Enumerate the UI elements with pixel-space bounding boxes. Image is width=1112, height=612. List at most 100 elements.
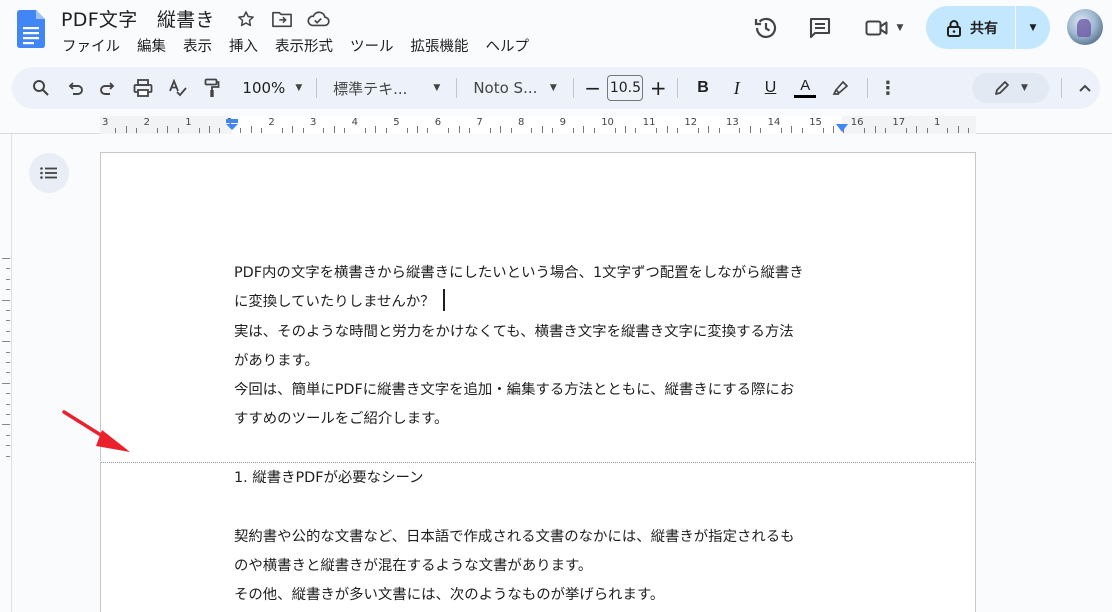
- menu-help[interactable]: ヘルプ: [486, 35, 530, 56]
- star-icon[interactable]: [234, 8, 258, 30]
- move-to-folder-icon[interactable]: [270, 8, 294, 30]
- highlight-color-icon[interactable]: [823, 73, 859, 103]
- ruler-tick: [864, 128, 866, 133]
- print-icon[interactable]: [125, 73, 161, 103]
- ruler-tick: [666, 126, 668, 133]
- document-page[interactable]: PDF内の文字を横書きから縦書きにしたいという場合、1文字ずつ配置をしながら縦書…: [100, 152, 976, 461]
- chevron-down-icon: ▼: [549, 83, 557, 93]
- document-title[interactable]: PDF文字 縦書き: [61, 5, 215, 32]
- ruler-tick: [822, 128, 824, 133]
- chevron-down-icon: ▼: [295, 83, 303, 93]
- text-cursor: [442, 289, 445, 312]
- ruler-tick: [781, 128, 782, 133]
- ruler-tick: [708, 126, 710, 133]
- menu-view[interactable]: 表示: [183, 35, 212, 56]
- ruler-tick: [458, 126, 460, 133]
- more-options-icon[interactable]: ⋮: [876, 73, 900, 103]
- menu-extensions[interactable]: 拡張機能: [411, 35, 469, 56]
- ruler-tick: [6, 268, 10, 270]
- cloud-saved-icon[interactable]: [306, 8, 330, 30]
- avatar[interactable]: [1067, 9, 1103, 45]
- ruler-number: 2: [143, 117, 150, 128]
- spellcheck-icon[interactable]: [161, 73, 195, 103]
- ruler-tick: [541, 126, 543, 133]
- ruler-tick: [2, 341, 10, 343]
- right-indent-marker-icon[interactable]: [836, 124, 848, 134]
- ruler-tick: [219, 128, 221, 133]
- paragraph-style-select[interactable]: 標準テキ... ▼: [325, 73, 448, 103]
- redo-icon[interactable]: [92, 73, 126, 103]
- ruler-tick: [177, 128, 179, 133]
- ruler-tick: [718, 128, 720, 133]
- ruler-tick: [791, 126, 793, 133]
- page1-body[interactable]: PDF内の文字を横書きから縦書きにしたいという場合、1文字ずつ配置をしながら縦書…: [234, 259, 844, 435]
- ruler-tick: [614, 128, 616, 133]
- ruler-number: 16: [850, 117, 864, 128]
- ruler-tick: [656, 128, 658, 133]
- paragraph-line: 今回は、簡単にPDFに縦書き文字を追加・編集する方法とともに、縦書きにする際にお: [234, 382, 795, 399]
- google-docs-logo-icon[interactable]: [17, 10, 45, 48]
- paragraph-line: があります。: [234, 352, 319, 369]
- text-color-icon[interactable]: A: [787, 73, 823, 103]
- paragraph-line: に変換していたりしませんか？: [234, 294, 435, 311]
- share-options-chevron-icon[interactable]: ▼: [1016, 23, 1050, 33]
- search-menus-icon[interactable]: [24, 73, 58, 103]
- ruler-tick: [6, 455, 10, 457]
- header-bar: PDF文字 縦書き ファイル 編集 表示 挿入 表示形式 ツール 拡張機能 ヘル…: [0, 0, 1112, 62]
- ruler-tick: [240, 128, 242, 133]
- ruler-tick: [749, 126, 751, 133]
- comments-icon[interactable]: [802, 10, 838, 46]
- ruler-tick: [6, 414, 10, 415]
- ruler-number: 9: [559, 117, 566, 128]
- editing-mode-select[interactable]: ▼: [971, 73, 1050, 103]
- ruler-tick: [406, 128, 408, 133]
- increase-font-size-icon[interactable]: +: [647, 73, 669, 103]
- undo-icon[interactable]: [58, 73, 92, 103]
- menu-edit[interactable]: 編集: [137, 35, 166, 56]
- chevron-down-icon: ▼: [433, 83, 441, 93]
- ruler-tick: [489, 128, 491, 133]
- font-family-select[interactable]: Noto S... ▼: [465, 73, 564, 103]
- font-size-input[interactable]: 10.5: [607, 75, 644, 101]
- font-family-value: Noto S...: [473, 79, 538, 97]
- document-outline-button[interactable]: [29, 153, 69, 193]
- menu-bar: ファイル 編集 表示 挿入 表示形式 ツール 拡張機能 ヘルプ: [62, 35, 546, 56]
- ruler-tick: [573, 128, 574, 133]
- ruler-tick: [583, 126, 585, 133]
- vertical-ruler[interactable]: [0, 134, 12, 612]
- ruler-tick: [385, 128, 387, 133]
- zoom-select[interactable]: 100% ▼: [237, 73, 309, 103]
- paint-format-icon[interactable]: [195, 73, 229, 103]
- share-button[interactable]: 共有 ▼: [926, 6, 1050, 49]
- left-indent-marker-icon[interactable]: [225, 119, 239, 133]
- ruler-tick: [2, 382, 10, 384]
- ruler-tick: [926, 128, 928, 133]
- page2-body[interactable]: 1. 縦書きPDFが必要なシーン 契約書や公的な文書など、日本語で作成される文書…: [234, 464, 844, 610]
- meet-video-button[interactable]: ▼: [856, 10, 912, 46]
- ruler-tick: [947, 128, 949, 133]
- ruler-tick: [198, 128, 200, 133]
- decrease-font-size-icon[interactable]: −: [582, 73, 604, 103]
- ruler-tick: [916, 126, 918, 133]
- chevron-up-icon[interactable]: [1070, 73, 1100, 103]
- ruler-tick: [801, 128, 803, 133]
- ruler-tick: [333, 126, 335, 133]
- menu-file[interactable]: ファイル: [62, 35, 120, 56]
- ruler-tick: [6, 403, 10, 405]
- bold-icon[interactable]: B: [686, 73, 720, 103]
- menu-tools[interactable]: ツール: [350, 35, 394, 56]
- ruler-tick: [760, 128, 762, 133]
- ruler-tick: [6, 320, 10, 322]
- ruler-tick: [874, 126, 876, 133]
- menu-insert[interactable]: 挿入: [229, 35, 258, 56]
- document-page[interactable]: 1. 縦書きPDFが必要なシーン 契約書や公的な文書など、日本語で作成される文書…: [100, 462, 976, 612]
- ruler-tick: [531, 128, 533, 133]
- underline-icon[interactable]: U: [754, 73, 788, 103]
- ruler-tick: [625, 126, 626, 133]
- outline-list-icon: [40, 167, 57, 179]
- italic-icon[interactable]: I: [720, 73, 754, 103]
- version-history-icon[interactable]: [748, 10, 784, 46]
- menu-format[interactable]: 表示形式: [275, 35, 333, 56]
- ruler-number: 14: [767, 117, 781, 128]
- paragraph-line: のや横書きと縦書きが混在するような文書があります。: [234, 557, 593, 574]
